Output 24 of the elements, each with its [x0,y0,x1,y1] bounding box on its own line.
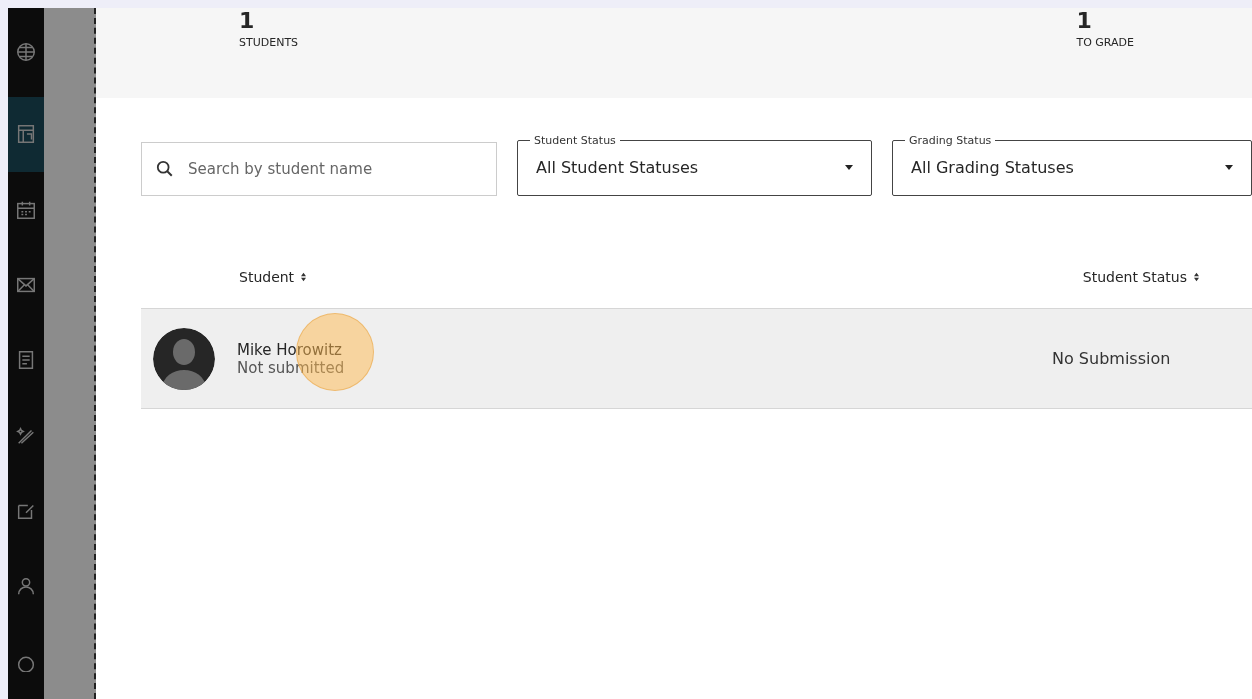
dropdown-value: All Student Statuses [536,157,700,177]
table-cell-text: No Submission [1052,349,1172,368]
status-dropdown[interactable]: Student Status All Student Statuses [517,134,872,196]
stat-count: 1 [239,10,256,32]
student-name: Mike Horowitz [237,340,343,359]
table-row[interactable]: Mike Horowitz Not submitted No Submission [141,309,1252,409]
submission-note: Not submitted [237,358,346,377]
nav-item[interactable] [8,96,45,173]
dropdown-label: Student Status [533,134,617,147]
dropdown-label: Grading Status [908,134,993,147]
stat-label: TO GRADE [1076,36,1134,49]
avatar-icon [153,327,215,390]
stat-label: STUDENTS [239,36,299,49]
dropdown-value: All Grading Statuses [911,157,1075,177]
stat-count: 1 [1076,10,1093,32]
caret-icon [845,164,853,170]
sort-icon [1193,272,1200,282]
column-header[interactable]: Student Status [1082,269,1200,285]
sort-icon [300,272,308,282]
caret-icon [1225,164,1233,170]
search-field[interactable]: Search by student name [141,142,497,196]
globe-icon [15,41,38,64]
status-dropdown[interactable]: Grading Status All Grading Statuses [892,134,1252,196]
column-header[interactable]: Student [239,269,308,285]
